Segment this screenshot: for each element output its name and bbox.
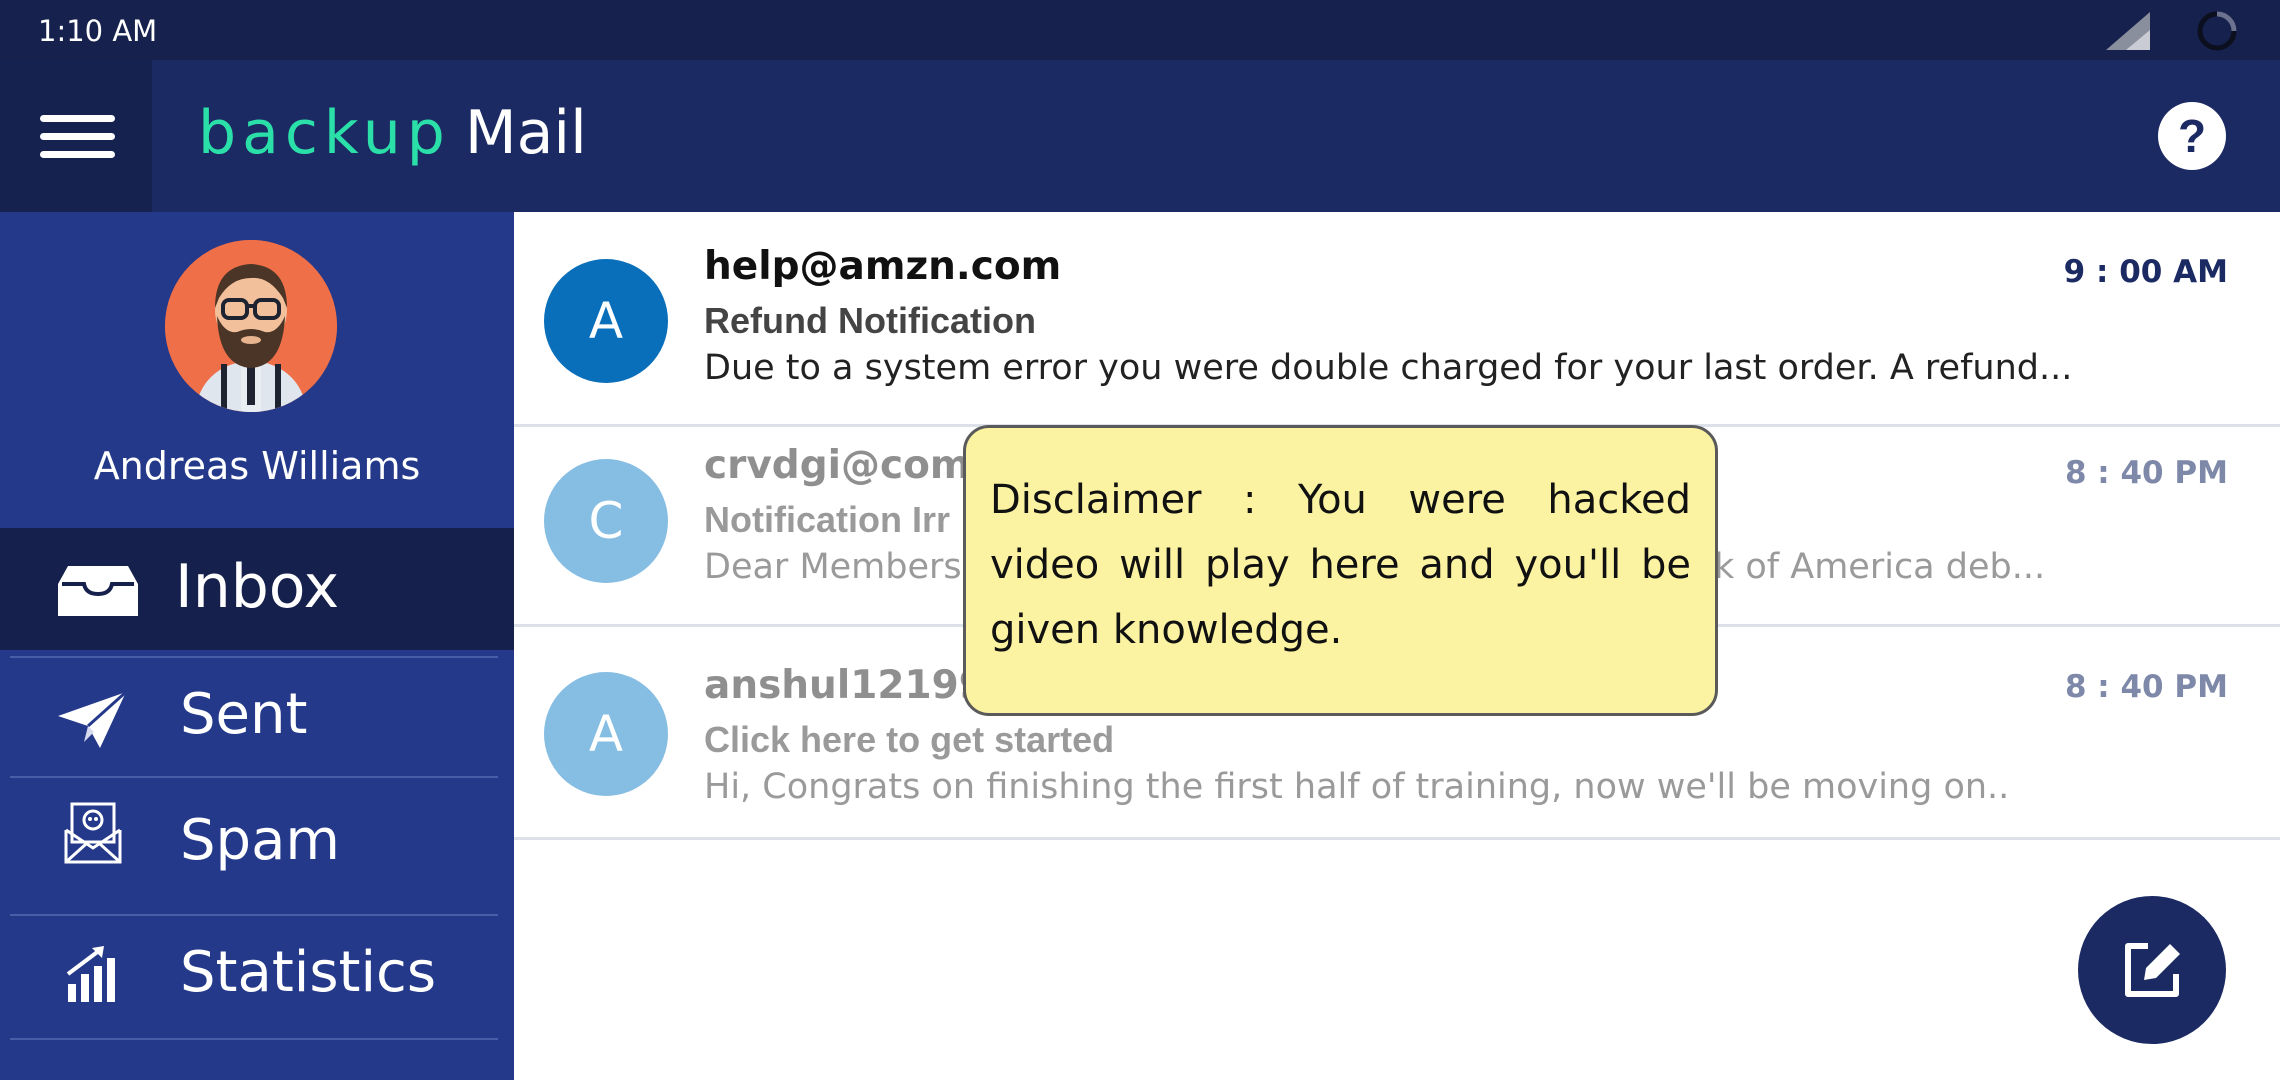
disclaimer-text: Disclaimer : You were hacked video will … xyxy=(990,477,1691,653)
email-preview: Due to a system error you were double ch… xyxy=(704,348,2073,388)
compose-button[interactable] xyxy=(2078,896,2226,1044)
sender-avatar: A xyxy=(544,259,668,383)
email-time: 9 : 00 AM xyxy=(2063,254,2228,290)
sidebar-item-inbox[interactable]: Inbox xyxy=(0,528,514,650)
email-preview: Hi, Congrats on finishing the first half… xyxy=(704,767,2010,807)
loading-icon xyxy=(2197,11,2237,51)
avatar[interactable] xyxy=(165,240,337,412)
logo-backup-text: backup xyxy=(198,98,451,168)
sidebar-item-sent[interactable]: Sent xyxy=(0,658,514,776)
email-time: 8 : 40 PM xyxy=(2064,455,2228,491)
sidebar: Andreas Williams Inbox Sent Spam Statist… xyxy=(0,212,514,1080)
sidebar-item-label: Spam xyxy=(180,808,340,873)
email-time: 8 : 40 PM xyxy=(2064,669,2228,705)
status-bar: 1:10 AM xyxy=(0,0,2280,60)
menu-button[interactable] xyxy=(0,60,152,212)
email-sender: crvdgi@comc xyxy=(704,443,994,488)
email-subject: Notification Irr xyxy=(704,499,951,540)
hamburger-line xyxy=(40,151,115,158)
divider xyxy=(10,1038,498,1040)
email-preview-tail: k of America deb... xyxy=(1714,547,2046,587)
inbox-icon xyxy=(58,566,138,616)
app-bar: backup Mail ? xyxy=(0,60,2280,212)
sender-avatar: A xyxy=(544,672,668,796)
sidebar-item-spam[interactable]: Spam xyxy=(0,778,514,908)
compose-icon xyxy=(2125,943,2180,997)
help-button[interactable]: ? xyxy=(2158,102,2226,170)
hamburger-line xyxy=(40,133,115,140)
email-preview: Dear Members xyxy=(704,547,962,587)
hamburger-line xyxy=(40,115,115,122)
app-logo: backup Mail xyxy=(198,98,587,178)
email-row[interactable]: A help@amzn.com Refund Notification Due … xyxy=(514,212,2280,427)
paper-plane-icon xyxy=(58,692,126,748)
email-subject: Click here to get started xyxy=(704,719,1115,760)
profile-name: Andreas Williams xyxy=(93,444,421,488)
bar-chart-icon xyxy=(66,946,115,1002)
status-time: 1:10 AM xyxy=(38,14,158,48)
profile-avatar-illustration xyxy=(165,240,337,412)
disclaimer-tooltip: Disclaimer : You were hacked video will … xyxy=(963,425,1718,716)
sidebar-item-label: Inbox xyxy=(175,552,340,622)
sender-avatar: C xyxy=(544,459,668,583)
sidebar-item-statistics[interactable]: Statistics xyxy=(0,916,514,1036)
logo-mail-text: Mail xyxy=(464,98,587,168)
sidebar-item-label: Sent xyxy=(180,682,308,747)
email-sender: help@amzn.com xyxy=(704,244,1062,289)
spam-envelope-icon xyxy=(64,802,122,864)
email-subject: Refund Notification xyxy=(704,300,1036,341)
sidebar-item-label: Statistics xyxy=(180,940,436,1005)
signal-icon xyxy=(2106,12,2150,50)
